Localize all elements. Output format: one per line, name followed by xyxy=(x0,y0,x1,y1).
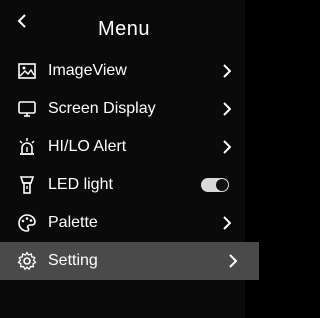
led-light-toggle[interactable] xyxy=(201,178,229,192)
menu-header: Menu xyxy=(14,12,234,52)
menu-item-screen-display[interactable]: Screen Display xyxy=(14,90,239,128)
menu-item-label: Palette xyxy=(48,214,98,231)
chevron-right-icon xyxy=(227,253,239,269)
chevron-right-icon xyxy=(221,63,233,79)
toggle-knob xyxy=(216,179,228,191)
palette-icon xyxy=(16,212,38,234)
menu-item-label: Screen Display xyxy=(48,100,156,117)
menu-item-hilo-alert[interactable]: HI/LO Alert xyxy=(14,128,239,166)
gear-icon xyxy=(16,250,38,272)
menu-item-setting[interactable]: Setting xyxy=(0,242,259,280)
menu-screen: Menu ImageView Screen Display HI/LO Aler… xyxy=(0,0,259,318)
chevron-right-icon xyxy=(221,139,233,155)
menu-item-label: Setting xyxy=(48,252,98,269)
menu-item-label: LED light xyxy=(48,176,113,193)
menu-item-label: ImageView xyxy=(48,62,127,79)
menu-item-imageview[interactable]: ImageView xyxy=(14,52,239,90)
chevron-right-icon xyxy=(221,215,233,231)
image-icon xyxy=(16,60,38,82)
menu-item-led-light[interactable]: LED light xyxy=(14,166,239,204)
menu-item-palette[interactable]: Palette xyxy=(14,204,239,242)
flashlight-icon xyxy=(16,174,38,196)
menu-title: Menu xyxy=(97,18,151,40)
chevron-right-icon xyxy=(221,101,233,117)
menu-item-label: HI/LO Alert xyxy=(48,138,127,155)
alert-beacon-icon xyxy=(16,136,38,158)
monitor-icon xyxy=(16,98,38,120)
menu-list: ImageView Screen Display HI/LO Alert LED… xyxy=(0,52,259,280)
